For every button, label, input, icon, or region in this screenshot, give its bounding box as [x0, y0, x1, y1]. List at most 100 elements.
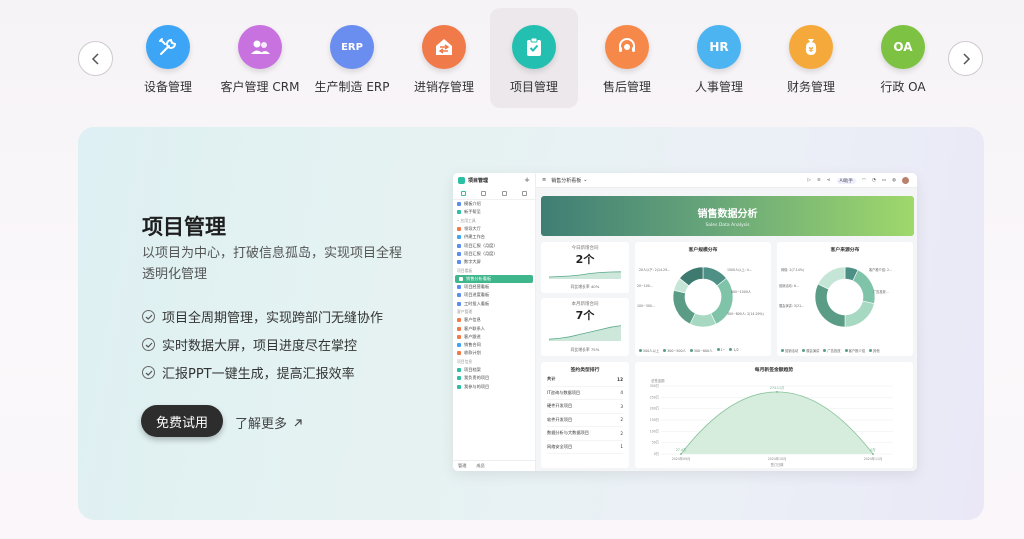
- sidebar-icon-row: [453, 188, 535, 200]
- sidebar-item[interactable]: 销售分析看板: [455, 274, 533, 283]
- ranking-count: 1: [620, 444, 623, 450]
- grid-icon: [481, 191, 487, 196]
- feature-text: 项目全周期管理，实现跨部门无缝协作: [162, 311, 384, 326]
- sidebar-item[interactable]: 客户跟进: [453, 333, 535, 341]
- y-tick-label: 100万: [650, 429, 659, 433]
- item-icon: [457, 210, 461, 215]
- sidebar-item[interactable]: 项目汇报（月度）: [453, 241, 535, 249]
- contract-ranking: 签约类型排行 共计 12 IT咨询与数据项目 4 硬件开发项目 3 软件开发项目 2 数据分析与…: [541, 362, 629, 468]
- tab-5[interactable]: 项目管理: [490, 8, 578, 108]
- tab-4[interactable]: 进销存管理: [400, 8, 488, 108]
- tab-7[interactable]: HR 人事管理: [675, 8, 763, 108]
- legend-item: 其他: [869, 348, 880, 353]
- sidebar-item[interactable]: 模板介绍: [453, 200, 535, 208]
- legend-item: 300~800人: [690, 348, 713, 353]
- sidebar-item[interactable]: 我负责的项目: [453, 374, 535, 382]
- sidebar-list: 模板介绍 新手帮至 • 应用工具 领导大厅 供建工作台 项目汇报（月度） 项目汇报（月度） 数…: [453, 200, 535, 391]
- chart-legend: 促销活动 展会演讲 广告投放 客户推介绍 其他: [781, 348, 880, 353]
- sidebar-item[interactable]: 数字大屏: [453, 258, 535, 266]
- svg-text:¥: ¥: [809, 46, 814, 54]
- data-point: [776, 390, 778, 393]
- x-axis-label: 签订日期: [771, 462, 784, 467]
- menu-icon: ≡: [542, 177, 547, 183]
- data-label: 27.4万: [676, 448, 686, 452]
- kpi-value: 2个: [575, 253, 595, 266]
- sidebar-item[interactable]: 项目档案: [453, 366, 535, 374]
- legend-item: 500人以上: [639, 348, 659, 353]
- item-icon: [457, 227, 461, 232]
- donut-slice: [710, 277, 734, 325]
- ranking-label: 网络安全项目: [547, 443, 573, 449]
- tab-2[interactable]: 客户管理 CRM: [216, 8, 304, 108]
- slice-label: 100~300...: [637, 304, 655, 308]
- prev-arrow-button[interactable]: [78, 41, 113, 76]
- footer-members: 成员: [476, 463, 485, 468]
- sidebar-item[interactable]: 新手帮至: [453, 208, 535, 216]
- learn-more-label: 了解更多: [235, 417, 288, 432]
- item-icon: [457, 326, 461, 331]
- ai-assistant-badge: AI助手: [836, 177, 856, 184]
- tab-label: 人事管理: [694, 80, 743, 94]
- donut-slice: [672, 289, 696, 325]
- monthly-trend-chart: 每月新签金额趋势 总签金额 300万 250万 200万 150万 100万 50万 0万 27…: [635, 362, 913, 468]
- arrow-up-right-icon: [294, 418, 302, 426]
- hr-icon: HR: [697, 25, 741, 69]
- ranking-row: 网络安全项目 1: [547, 441, 623, 454]
- dashboard-banner: 销售数据分析 Sales Data Analysis: [541, 196, 914, 236]
- ranking-count: 2: [620, 430, 623, 436]
- donut-chart: 网络: 2(7.14%) 客户推介绍: 2... 促销活动: 6... 广告投放...…: [779, 266, 892, 328]
- app-logo-icon: [458, 177, 465, 184]
- check-circle-icon: [142, 310, 155, 323]
- feature-item: 实时数据大屏，项目进度尽在掌控: [142, 335, 357, 354]
- sidebar-item-label: 数字大屏: [464, 259, 481, 265]
- kpi-sparkline: [548, 325, 622, 341]
- next-arrow-button[interactable]: [948, 41, 983, 76]
- tab-9[interactable]: OA 行政 OA: [859, 8, 947, 108]
- sidebar-item-label: 我负责的项目: [464, 375, 490, 381]
- tab-3[interactable]: ERP 生产制造 ERP: [308, 8, 396, 108]
- chevron-right-icon: [962, 52, 970, 65]
- tab-1[interactable]: 设备管理: [124, 8, 212, 108]
- sidebar-item-label: 销售合同: [464, 342, 481, 348]
- sidebar-item[interactable]: 项目经营看板: [453, 283, 535, 291]
- list-icon: [501, 191, 507, 196]
- sidebar-item[interactable]: 客户信息: [453, 316, 535, 324]
- ranking-list: 共计 12 IT咨询与数据项目 4 硬件开发项目 3 软件开发项目 2 数据分析与大数据项目 2 网…: [541, 373, 629, 454]
- sidebar-item[interactable]: 领导大厅: [453, 225, 535, 233]
- data-label: 274.11万: [770, 386, 784, 390]
- hero-title: 项目管理: [142, 215, 226, 239]
- kpi-value: 7个: [575, 309, 595, 322]
- tools-icon: [146, 25, 190, 69]
- tab-label: 售后管理: [602, 80, 651, 94]
- sidebar-item[interactable]: 客户联系人: [453, 324, 535, 332]
- ranking-title: 签约类型排行: [570, 368, 600, 373]
- chart-title: 客户规模分布: [688, 248, 718, 253]
- sidebar-item[interactable]: 收款计划: [453, 349, 535, 357]
- chevron-down-icon: ⌄: [583, 177, 588, 183]
- tab-6[interactable]: 售后管理: [583, 8, 671, 108]
- free-trial-button[interactable]: 免费试用: [141, 405, 223, 437]
- sidebar-footer: 管理 成员: [453, 460, 536, 471]
- y-tick-label: 50万: [652, 441, 659, 445]
- sidebar-item[interactable]: 项目进度看板: [453, 291, 535, 299]
- tab-label: 进销存管理: [413, 80, 474, 94]
- tab-label: 设备管理: [143, 80, 192, 94]
- sidebar-item-label: 供建工作台: [464, 234, 485, 240]
- sidebar-item[interactable]: 工时投入看板: [453, 300, 535, 308]
- erp-icon: ERP: [330, 25, 374, 69]
- legend-item: 1/2: [729, 348, 738, 353]
- y-tick-label: 250万: [650, 395, 659, 399]
- feature-text: 汇报PPT一键生成，提高汇报效率: [162, 367, 355, 382]
- sidebar-item-label: • 应用工具: [457, 217, 476, 223]
- sidebar-item[interactable]: 项目汇报（月度）: [453, 250, 535, 258]
- sidebar-item[interactable]: 销售合同: [453, 341, 535, 349]
- tab-8[interactable]: ¥ 财务管理: [767, 8, 855, 108]
- legend-item: 客户推介绍: [845, 348, 865, 353]
- learn-more-link[interactable]: 了解更多: [235, 413, 303, 432]
- tab-label: 财务管理: [786, 80, 835, 94]
- ranking-row: 硬件开发项目 3: [547, 400, 623, 414]
- banner-subtitle: Sales Data Analysis: [705, 223, 750, 228]
- sidebar-item[interactable]: 我参与的项目: [453, 383, 535, 391]
- sidebar-item[interactable]: 供建工作台: [453, 233, 535, 241]
- item-icon: [457, 368, 461, 373]
